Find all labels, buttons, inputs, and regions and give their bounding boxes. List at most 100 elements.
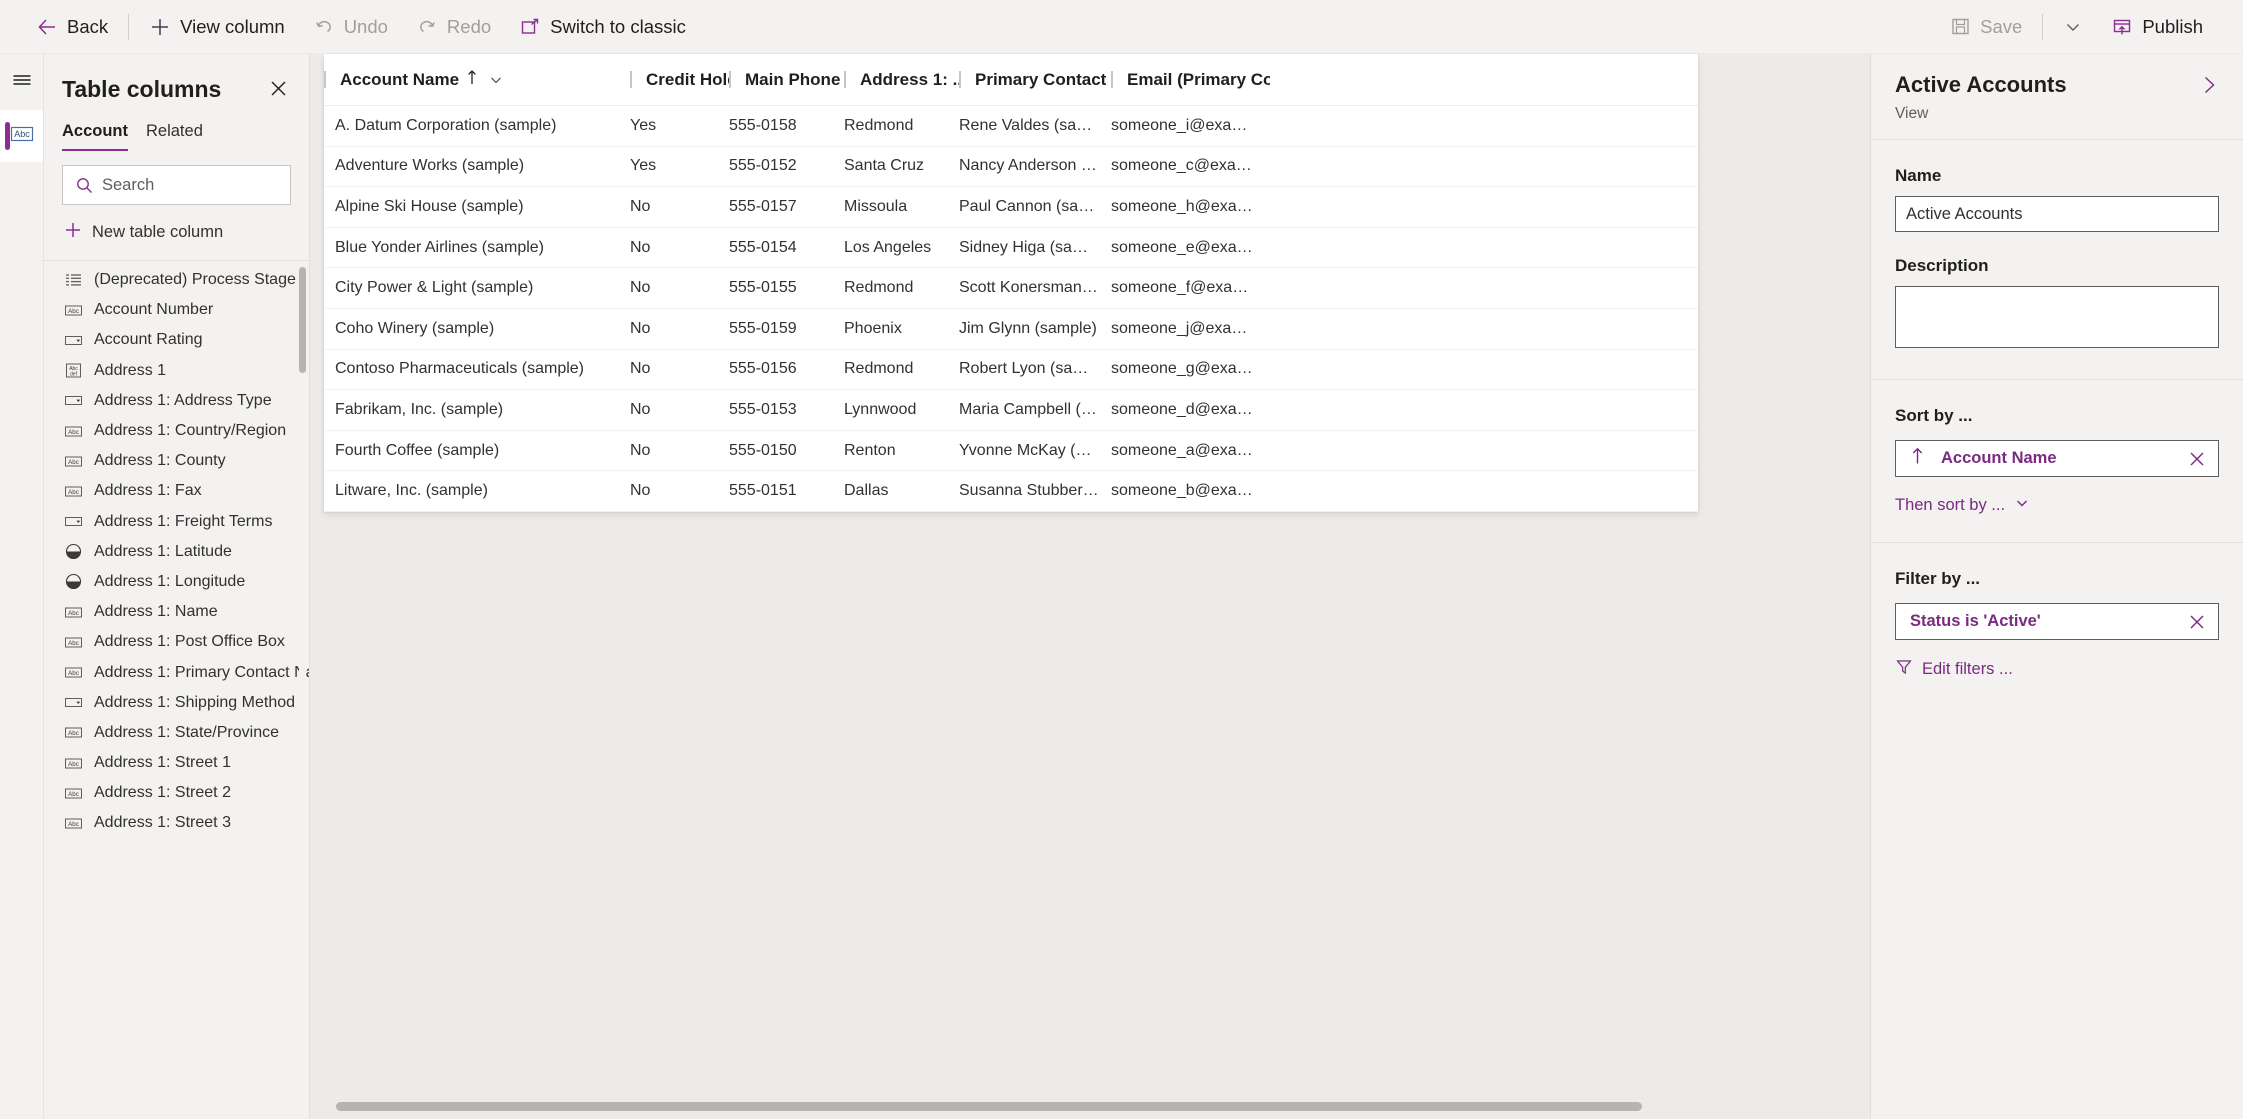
- grid-column-header[interactable]: Primary Contact: [959, 54, 1111, 106]
- table-column-item[interactable]: Address 1: Latitude: [44, 537, 309, 567]
- multiline-icon: Abc def: [64, 361, 83, 380]
- table-column-item[interactable]: Abc Address 1: Street 1: [44, 748, 309, 778]
- table-cell: Jim Glynn (sample): [959, 319, 1097, 337]
- svg-text:def: def: [70, 372, 78, 378]
- tab-account[interactable]: Account: [62, 122, 128, 151]
- svg-text:Abc: Abc: [68, 308, 79, 315]
- table-row[interactable]: Blue Yonder Airlines (sample) No 555-0154 L…: [324, 228, 1698, 269]
- view-designer-grid: Account Name Credit Hold Main Phone Address…: [324, 54, 1698, 512]
- grid-column-header[interactable]: Address 1: ...: [844, 54, 959, 106]
- chevron-down-icon[interactable]: [488, 72, 504, 88]
- table-columns-header: Table columns: [44, 54, 309, 106]
- table-cell: 555-0157: [729, 197, 797, 215]
- grid-stage: Account Name Credit Hold Main Phone Address…: [310, 54, 1870, 1119]
- table-column-item[interactable]: Address 1: Freight Terms: [44, 507, 309, 537]
- publish-button[interactable]: Publish: [2097, 7, 2217, 47]
- plus-icon: [64, 221, 82, 244]
- table-row[interactable]: A. Datum Corporation (sample) Yes 555-0158…: [324, 106, 1698, 147]
- redo-label: Redo: [446, 15, 492, 37]
- grid-horizontal-scrollbar-thumb[interactable]: [336, 1102, 1642, 1111]
- filter-pill-status-active[interactable]: Status is 'Active': [1895, 603, 2219, 640]
- table-row[interactable]: Litware, Inc. (sample) No 555-0151 Dallas Su…: [324, 471, 1698, 512]
- search-input[interactable]: [102, 175, 322, 195]
- column-search-box[interactable]: [62, 165, 373, 205]
- view-description-input[interactable]: [1895, 286, 2219, 348]
- sort-by-section: Sort by ... Account Name Then sort by ..…: [1871, 379, 2243, 542]
- grid-column-header[interactable]: Account Name: [324, 54, 630, 106]
- redo-button[interactable]: Redo: [402, 7, 505, 47]
- table-column-item[interactable]: Abc Address 1: State/Province: [44, 718, 309, 748]
- table-row[interactable]: Fabrikam, Inc. (sample) No 555-0153 Lynnwoo…: [324, 390, 1698, 431]
- abc-icon: Abc: [64, 723, 83, 742]
- decimal-icon: [64, 572, 83, 591]
- close-panel-button[interactable]: [266, 76, 291, 106]
- grid-column-label: Account Name: [340, 69, 460, 89]
- edit-filters-button[interactable]: Edit filters ...: [1895, 658, 2219, 681]
- undo-button[interactable]: Undo: [299, 7, 402, 47]
- table-row[interactable]: City Power & Light (sample) No 555-0155 Red…: [324, 268, 1698, 309]
- table-column-item[interactable]: Abc def Address 1: [44, 356, 309, 386]
- save-button[interactable]: Save: [1936, 7, 2036, 47]
- back-button[interactable]: Back: [22, 7, 122, 47]
- table-column-item[interactable]: Account Rating: [44, 325, 309, 355]
- grid-column-header[interactable]: Credit Hold: [630, 54, 729, 106]
- remove-filter-button[interactable]: [2188, 613, 2206, 631]
- sort-pill-account-name[interactable]: Account Name: [1895, 440, 2219, 477]
- collapse-panel-button[interactable]: [2191, 72, 2219, 101]
- svg-text:Abc: Abc: [68, 760, 79, 767]
- grid-column-header[interactable]: Email (Primary Co...: [1111, 54, 1270, 106]
- properties-header: Active Accounts View: [1871, 54, 2243, 139]
- menu-toggle-button[interactable]: [0, 54, 43, 110]
- table-column-item[interactable]: Abc Account Number: [44, 295, 309, 325]
- table-cell: 555-0153: [729, 400, 797, 418]
- table-column-item[interactable]: Abc Address 1: Post Office Box: [44, 627, 309, 657]
- properties-header-text: Active Accounts View: [1895, 72, 2067, 123]
- then-sort-by-button[interactable]: Then sort by ...: [1895, 495, 2219, 516]
- chevron-right-icon: [2199, 76, 2219, 100]
- grid-horizontal-scrollbar-track[interactable]: [324, 1102, 1698, 1111]
- table-column-item[interactable]: Abc Address 1: Street 2: [44, 778, 309, 808]
- view-column-button[interactable]: View column: [135, 7, 299, 47]
- new-table-column-button[interactable]: New table column: [44, 205, 309, 260]
- grid-column-header[interactable]: Main Phone: [729, 54, 844, 106]
- table-cell: A. Datum Corporation (sample): [335, 116, 557, 134]
- table-cell: City Power & Light (sample): [335, 279, 534, 297]
- table-cell: 555-0152: [729, 157, 797, 175]
- tab-related[interactable]: Related: [146, 122, 203, 151]
- publish-icon: [2111, 16, 2133, 38]
- table-cell: Renton: [844, 441, 896, 459]
- close-icon: [269, 81, 288, 102]
- table-column-label: Address 1: Freight Terms: [94, 512, 273, 530]
- filter-icon: [1895, 658, 1913, 681]
- table-column-item[interactable]: Address 1: Shipping Method: [44, 688, 309, 718]
- table-column-item[interactable]: (Deprecated) Process Stage: [44, 265, 309, 295]
- table-column-item[interactable]: Abc Address 1: Primary Contact Name: [44, 657, 309, 687]
- table-column-item[interactable]: Address 1: Longitude: [44, 567, 309, 597]
- column-list-scrollbar-track[interactable]: [299, 265, 306, 1119]
- hamburger-icon: [10, 68, 34, 97]
- switch-to-classic-button[interactable]: Switch to classic: [505, 7, 700, 47]
- table-column-item[interactable]: Abc Address 1: Country/Region: [44, 416, 309, 446]
- table-row[interactable]: Coho Winery (sample) No 555-0159 Phoenix Jim…: [324, 309, 1698, 350]
- table-column-item[interactable]: Abc Address 1: Fax: [44, 476, 309, 506]
- table-column-item[interactable]: Abc Address 1: Name: [44, 597, 309, 627]
- rail-item-columns[interactable]: Abc: [0, 110, 43, 162]
- table-column-item[interactable]: Address 1: Address Type: [44, 386, 309, 416]
- table-row[interactable]: Adventure Works (sample) Yes 555-0152 Santa…: [324, 147, 1698, 188]
- table-cell: Scott Konersmann (sample): [959, 279, 1111, 297]
- table-cell: Adventure Works (sample): [335, 157, 525, 175]
- table-column-label: Account Rating: [94, 331, 203, 349]
- table-row[interactable]: Fourth Coffee (sample) No 555-0150 Renton Yv…: [324, 431, 1698, 472]
- save-options-button[interactable]: [2049, 7, 2097, 47]
- remove-sort-button[interactable]: [2188, 450, 2206, 468]
- column-list-scrollbar-thumb[interactable]: [299, 267, 306, 373]
- table-row[interactable]: Contoso Pharmaceuticals (sample) No 555-01…: [324, 350, 1698, 391]
- table-column-item[interactable]: Abc Address 1: Street 3: [44, 808, 309, 838]
- table-cell: someone_f@example.com: [1111, 279, 1270, 297]
- filter-by-section: Filter by ... Status is 'Active' Edit fi…: [1871, 542, 2243, 707]
- view-name-input[interactable]: [1895, 196, 2219, 232]
- table-cell: someone_b@example.com: [1111, 482, 1270, 500]
- table-column-item[interactable]: Abc Address 1: County: [44, 446, 309, 476]
- chevron-down-icon: [2014, 495, 2030, 516]
- table-row[interactable]: Alpine Ski House (sample) No 555-0157 Misso…: [324, 187, 1698, 228]
